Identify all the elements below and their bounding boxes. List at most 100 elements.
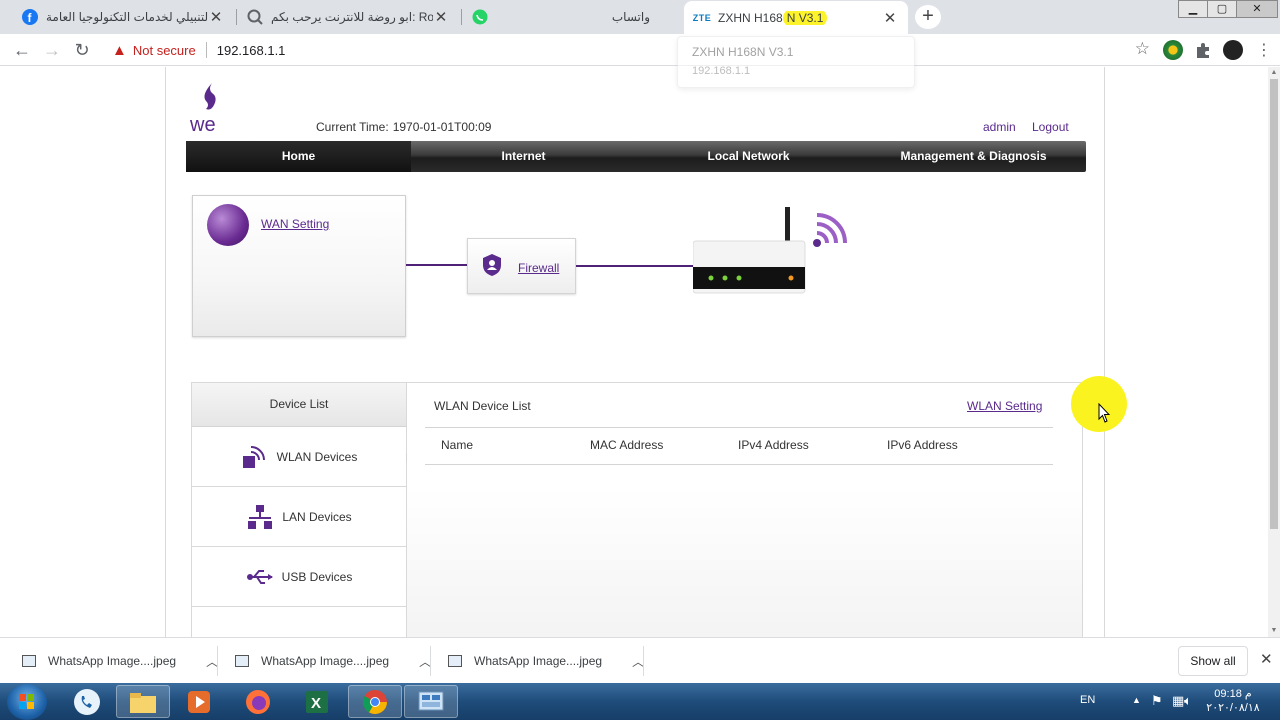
wlan-device-list-title: WLAN Device List (434, 399, 531, 413)
column-mac-address: MAC Address (590, 438, 664, 452)
scrollbar-thumb[interactable] (1270, 79, 1278, 529)
tab-title: ابو روضة للانترنت يرحب بكم: Routers (271, 10, 433, 24)
wlan-device-icon (241, 444, 269, 470)
windows-logo-icon (19, 694, 34, 709)
taskbar-file-explorer[interactable] (116, 685, 170, 718)
start-button[interactable] (7, 684, 47, 720)
lan-network-icon (246, 504, 274, 530)
close-tab-icon[interactable]: ✕ (433, 8, 449, 26)
menu-home[interactable]: Home (186, 141, 411, 172)
tab-whatsapp[interactable]: واتساب ✕ (462, 2, 684, 32)
close-downloads-icon[interactable]: ✕ (1260, 650, 1273, 668)
download-filename: WhatsApp Image....jpeg (261, 654, 390, 668)
column-name: Name (441, 438, 474, 452)
menu-management-diagnosis[interactable]: Management & Diagnosis (861, 141, 1086, 172)
sidebar-item-usb-devices[interactable]: USB Devices (192, 547, 406, 607)
chrome-icon (362, 689, 387, 714)
sidebar-item-wlan-devices[interactable]: WLAN Devices (192, 427, 406, 487)
firefox-icon (246, 689, 270, 714)
network-icon[interactable]: ▦ (1172, 693, 1184, 720)
download-item[interactable]: WhatsApp Image....jpeg ︿ (448, 638, 644, 684)
logout-link[interactable]: Logout (1032, 120, 1069, 134)
wan-box: WAN Setting (192, 195, 406, 337)
new-tab-button[interactable]: + (915, 5, 941, 29)
puzzle-extensions-icon[interactable] (1193, 40, 1213, 60)
action-center-flag-icon[interactable]: ⚑ (1151, 693, 1163, 720)
page-scrollbar[interactable]: ▲ ▼ (1268, 67, 1280, 637)
taskbar-chrome[interactable] (348, 685, 402, 718)
column-ipv6-address: IPv6 Address (887, 438, 958, 452)
download-separator (430, 646, 431, 676)
image-file-icon (448, 655, 462, 667)
download-filename: WhatsApp Image....jpeg (48, 654, 177, 668)
wan-setting-link[interactable]: WAN Setting (261, 217, 329, 231)
whatsapp-icon (472, 9, 488, 25)
maximize-button[interactable]: ▢ (1207, 0, 1237, 18)
show-all-button[interactable]: Show all (1178, 646, 1248, 676)
browser-toolbar: ← → ↻ ▲ Not secure 192.168.1.1 ☆ ⋮ (0, 34, 1280, 66)
downloads-bar: WhatsApp Image....jpeg ︿ WhatsApp Image.… (0, 637, 1280, 683)
system-clock[interactable]: 09:18 م ٢٠٢٠/٠٨/١٨ (1198, 687, 1268, 715)
download-item[interactable]: WhatsApp Image....jpeg ︿ (235, 638, 431, 684)
router-icon (693, 207, 847, 294)
taskbar-excel[interactable]: X (290, 685, 344, 718)
firewall-link[interactable]: Firewall (518, 261, 559, 275)
table-divider (425, 464, 1053, 465)
minimize-button[interactable]: ▁ (1178, 0, 1208, 18)
router-panel: we Current Time: 1970-01-01T00:09 admin L… (165, 67, 1105, 643)
language-indicator[interactable]: EN (1080, 694, 1095, 720)
forward-button[interactable]: → (40, 38, 64, 62)
profile-avatar[interactable] (1223, 40, 1243, 60)
close-tab-icon[interactable]: ✕ (882, 9, 898, 27)
menu-internet[interactable]: Internet (411, 141, 636, 172)
usb-icon (246, 564, 274, 590)
menu-local-network[interactable]: Local Network (636, 141, 861, 172)
sidebar-item-lan-devices[interactable]: LAN Devices (192, 487, 406, 547)
tab-facebook[interactable]: f التنبيلي لخدمات التكنولوجيا العامة | b… (12, 2, 234, 32)
bookmark-star-icon[interactable]: ☆ (1135, 39, 1150, 59)
excel-icon: X (306, 690, 328, 713)
globe-icon (207, 204, 249, 246)
tab-zxhn-active[interactable]: ZTE ZXHN H168 N V3.1 ✕ (684, 1, 908, 34)
taskbar-phone-app[interactable] (60, 685, 114, 718)
tray-expand-icon[interactable]: ▲ (1132, 695, 1141, 720)
current-time-label: Current Time: (316, 120, 389, 134)
download-separator (643, 646, 644, 676)
column-ipv4-address: IPv4 Address (738, 438, 809, 452)
facebook-icon: f (22, 9, 38, 25)
device-list-sidebar: Device List WLAN Devices LAN Devices USB… (192, 383, 407, 643)
table-divider (425, 427, 1053, 428)
extension-icon[interactable] (1163, 40, 1183, 60)
taskbar-firefox[interactable] (231, 685, 285, 718)
wlan-setting-link[interactable]: WLAN Setting (967, 399, 1042, 413)
url-text[interactable]: 192.168.1.1 (217, 43, 286, 58)
zte-icon: ZTE (692, 12, 712, 23)
omnibox-separator (205, 42, 207, 58)
admin-user[interactable]: admin (983, 120, 1016, 134)
tab-routers[interactable]: ابو روضة للانترنت يرحب بكم: Routers ✕ (237, 2, 459, 32)
volume-icon[interactable]: 🔈︎ (1184, 693, 1192, 720)
back-button[interactable]: ← (10, 38, 34, 62)
hover-card-url: 192.168.1.1 (692, 65, 751, 77)
close-tab-icon[interactable]: ✕ (208, 8, 224, 26)
scroll-down-icon[interactable]: ▼ (1268, 625, 1280, 637)
taskbar-media-player[interactable] (172, 685, 226, 718)
sidebar-item-label: LAN Devices (282, 509, 352, 524)
shield-icon (483, 254, 501, 276)
tab-title: واتساب (611, 10, 650, 24)
menu-kebab-icon[interactable]: ⋮ (1256, 40, 1272, 60)
tab-title: التنبيلي لخدمات التكنولوجيا العامة | boo… (46, 10, 208, 24)
mouse-cursor-icon (1098, 403, 1110, 423)
device-list-header: Device List (192, 383, 406, 427)
taskbar-control-panel[interactable] (404, 685, 458, 718)
sidebar-item-label: WLAN Devices (276, 449, 358, 464)
close-window-button[interactable]: ✕ (1236, 0, 1278, 18)
address-bar[interactable]: ▲ Not secure 192.168.1.1 ☆ (106, 37, 1156, 63)
download-item[interactable]: WhatsApp Image....jpeg ︿ (22, 638, 218, 684)
svg-text:we: we (190, 114, 216, 135)
security-label[interactable]: Not secure (133, 43, 196, 58)
reload-button[interactable]: ↻ (70, 38, 94, 62)
we-logo: we (190, 83, 216, 135)
scroll-up-icon[interactable]: ▲ (1268, 67, 1280, 79)
clock-time: 09:18 م (1214, 688, 1252, 700)
